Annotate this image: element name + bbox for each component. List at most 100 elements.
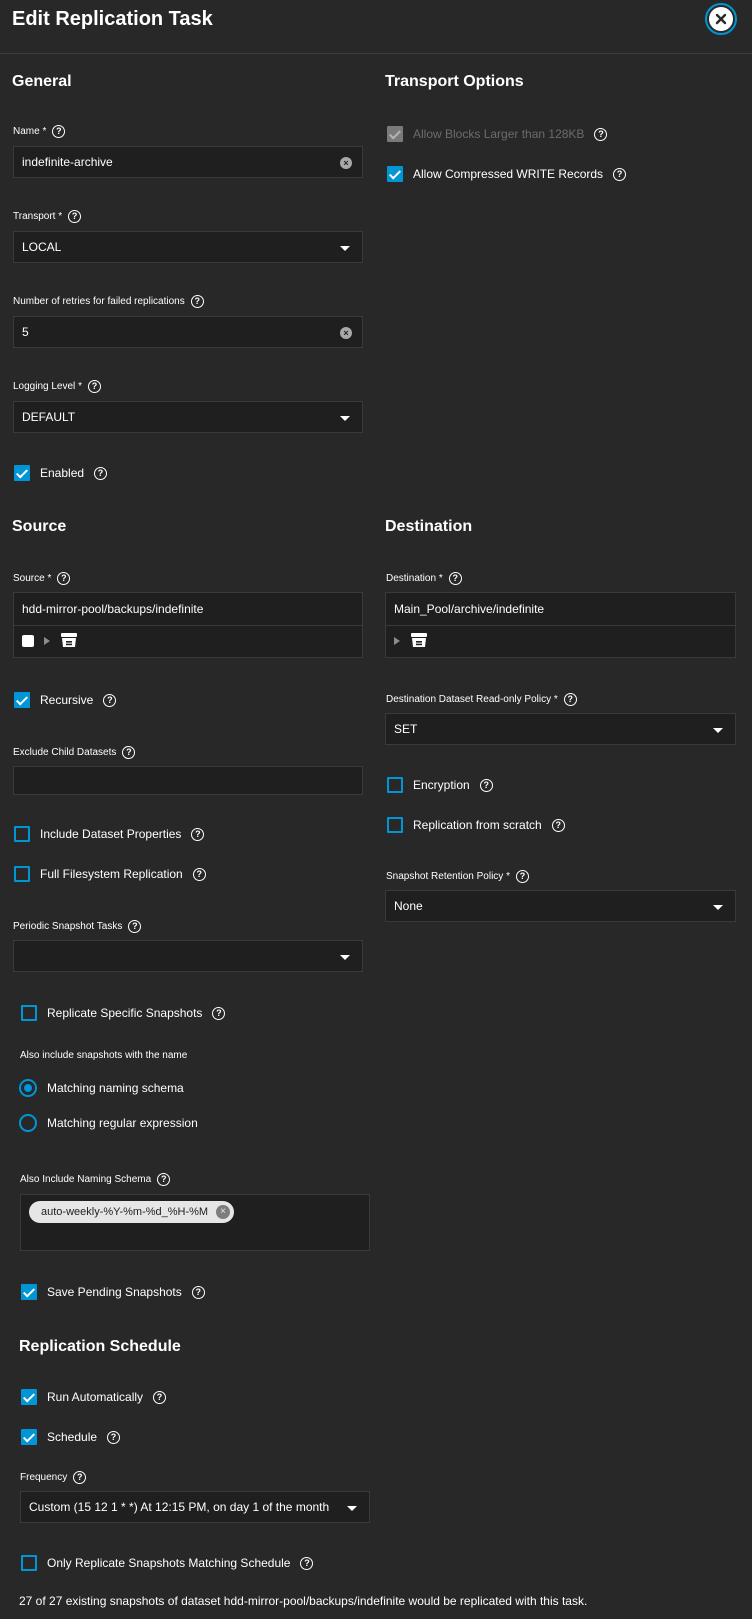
run-auto-row[interactable]: Run Automatically ? [21, 1389, 167, 1405]
expand-arrow-icon[interactable] [44, 637, 50, 645]
help-icon[interactable]: ? [87, 380, 101, 393]
help-icon[interactable]: ? [122, 746, 136, 759]
logging-label: Logging Level * ? [13, 380, 101, 393]
retention-select[interactable]: None [385, 890, 736, 922]
recursive-checkbox[interactable] [14, 692, 30, 708]
destination-input-value: Main_Pool/archive/indefinite [394, 602, 545, 616]
name-input[interactable]: indefinite-archive × [13, 146, 363, 178]
only-matching-checkbox[interactable] [21, 1555, 37, 1571]
help-icon[interactable]: ? [128, 920, 142, 933]
recursive-row[interactable]: Recursive ? [14, 692, 117, 708]
large-blocks-checkbox [387, 126, 403, 142]
enabled-checkbox[interactable] [14, 465, 30, 481]
compressed-row[interactable]: Allow Compressed WRITE Records ? [387, 166, 627, 182]
transport-select[interactable]: LOCAL [13, 231, 363, 263]
logging-select[interactable]: DEFAULT [13, 401, 363, 433]
encryption-checkbox[interactable] [387, 777, 403, 793]
save-pending-row[interactable]: Save Pending Snapshots ? [21, 1284, 205, 1300]
help-icon[interactable]: ? [212, 1006, 226, 1020]
help-icon[interactable]: ? [68, 210, 82, 223]
readonly-policy-select[interactable]: SET [385, 713, 736, 745]
clear-icon[interactable]: × [340, 157, 352, 169]
regex-radio-row[interactable]: Matching regular expression [19, 1114, 198, 1132]
dataset-icon [410, 631, 428, 652]
help-icon[interactable]: ? [190, 295, 204, 308]
help-icon[interactable]: ? [157, 1173, 171, 1186]
help-icon[interactable]: ? [94, 466, 108, 480]
from-scratch-checkbox[interactable] [387, 817, 403, 833]
remove-chip-icon[interactable]: × [216, 1205, 231, 1219]
large-blocks-row: Allow Blocks Larger than 128KB ? [387, 126, 608, 142]
close-button[interactable] [705, 3, 737, 35]
save-pending-checkbox[interactable] [21, 1284, 37, 1300]
help-icon[interactable]: ? [191, 1285, 205, 1299]
from-scratch-row[interactable]: Replication from scratch ? [387, 817, 565, 833]
help-icon[interactable]: ? [448, 572, 462, 585]
enabled-checkbox-row[interactable]: Enabled ? [14, 465, 108, 481]
replicate-specific-checkbox[interactable] [21, 1005, 37, 1021]
naming-schema-chip[interactable]: auto-weekly-%Y-%m-%d_%H-%M × [29, 1201, 235, 1223]
chevron-down-icon [347, 1506, 357, 1511]
exclude-label: Exclude Child Datasets ? [13, 746, 136, 759]
chip-label: auto-weekly-%Y-%m-%d_%H-%M [41, 1206, 209, 1218]
include-props-row[interactable]: Include Dataset Properties ? [14, 826, 205, 842]
help-icon[interactable]: ? [479, 778, 493, 792]
dataset-icon [60, 631, 78, 652]
destination-explorer[interactable]: Main_Pool/archive/indefinite [385, 592, 736, 658]
full-fs-row[interactable]: Full Filesystem Replication ? [14, 866, 206, 882]
full-fs-label: Full Filesystem Replication [40, 867, 183, 881]
help-icon[interactable]: ? [594, 127, 608, 141]
only-matching-row[interactable]: Only Replicate Snapshots Matching Schedu… [21, 1555, 314, 1571]
help-icon[interactable]: ? [52, 125, 66, 138]
run-auto-checkbox[interactable] [21, 1389, 37, 1405]
schedule-checkbox[interactable] [21, 1429, 37, 1445]
readonly-policy-label: Destination Dataset Read-only Policy * ? [386, 693, 577, 706]
full-fs-checkbox[interactable] [14, 866, 30, 882]
help-icon[interactable]: ? [103, 693, 117, 707]
tree-checkbox[interactable] [22, 635, 34, 647]
recursive-label: Recursive [40, 693, 94, 707]
close-icon [709, 7, 733, 31]
naming-schema-radio[interactable] [19, 1079, 37, 1097]
help-icon[interactable]: ? [613, 167, 627, 181]
periodic-select[interactable] [13, 940, 363, 972]
frequency-select[interactable]: Custom (15 12 1 * *) At 12:15 PM, on day… [20, 1491, 370, 1523]
expand-arrow-icon[interactable] [394, 637, 400, 645]
help-icon[interactable]: ? [73, 1471, 87, 1484]
naming-schema-chip-input[interactable]: auto-weekly-%Y-%m-%d_%H-%M × [20, 1194, 370, 1251]
help-icon[interactable]: ? [300, 1556, 314, 1570]
help-icon[interactable]: ? [153, 1390, 167, 1404]
regex-radio[interactable] [19, 1114, 37, 1132]
frequency-select-value: Custom (15 12 1 * *) At 12:15 PM, on day… [29, 1500, 330, 1514]
retention-select-value: None [394, 899, 423, 913]
destination-tree-row [386, 625, 735, 657]
help-icon[interactable]: ? [191, 827, 205, 841]
include-props-checkbox[interactable] [14, 826, 30, 842]
source-label: Source * ? [13, 572, 71, 585]
compressed-label: Allow Compressed WRITE Records [413, 167, 604, 181]
periodic-label: Periodic Snapshot Tasks ? [13, 920, 142, 933]
help-icon[interactable]: ? [563, 693, 577, 706]
name-input-value: indefinite-archive [22, 155, 113, 169]
help-icon[interactable]: ? [107, 1430, 121, 1444]
source-explorer[interactable]: hdd-mirror-pool/backups/indefinite [13, 592, 363, 658]
destination-label: Destination * ? [386, 572, 462, 585]
help-icon[interactable]: ? [192, 867, 206, 881]
encryption-row[interactable]: Encryption ? [387, 777, 493, 793]
regex-radio-label: Matching regular expression [47, 1116, 198, 1130]
help-icon[interactable]: ? [551, 818, 565, 832]
chevron-down-icon [340, 955, 350, 960]
retries-label: Number of retries for failed replication… [13, 295, 204, 308]
replicate-specific-label: Replicate Specific Snapshots [47, 1006, 203, 1020]
clear-icon[interactable]: × [340, 327, 352, 339]
exclude-input[interactable] [13, 766, 363, 795]
compressed-checkbox[interactable] [387, 166, 403, 182]
page-title: Edit Replication Task [12, 8, 213, 30]
schedule-row[interactable]: Schedule ? [21, 1429, 121, 1445]
help-icon[interactable]: ? [57, 572, 71, 585]
replicate-specific-row[interactable]: Replicate Specific Snapshots ? [21, 1005, 226, 1021]
help-icon[interactable]: ? [515, 870, 529, 883]
retries-input[interactable]: 5 × [13, 316, 363, 348]
save-pending-label: Save Pending Snapshots [47, 1285, 182, 1299]
naming-schema-radio-row[interactable]: Matching naming schema [19, 1079, 184, 1097]
